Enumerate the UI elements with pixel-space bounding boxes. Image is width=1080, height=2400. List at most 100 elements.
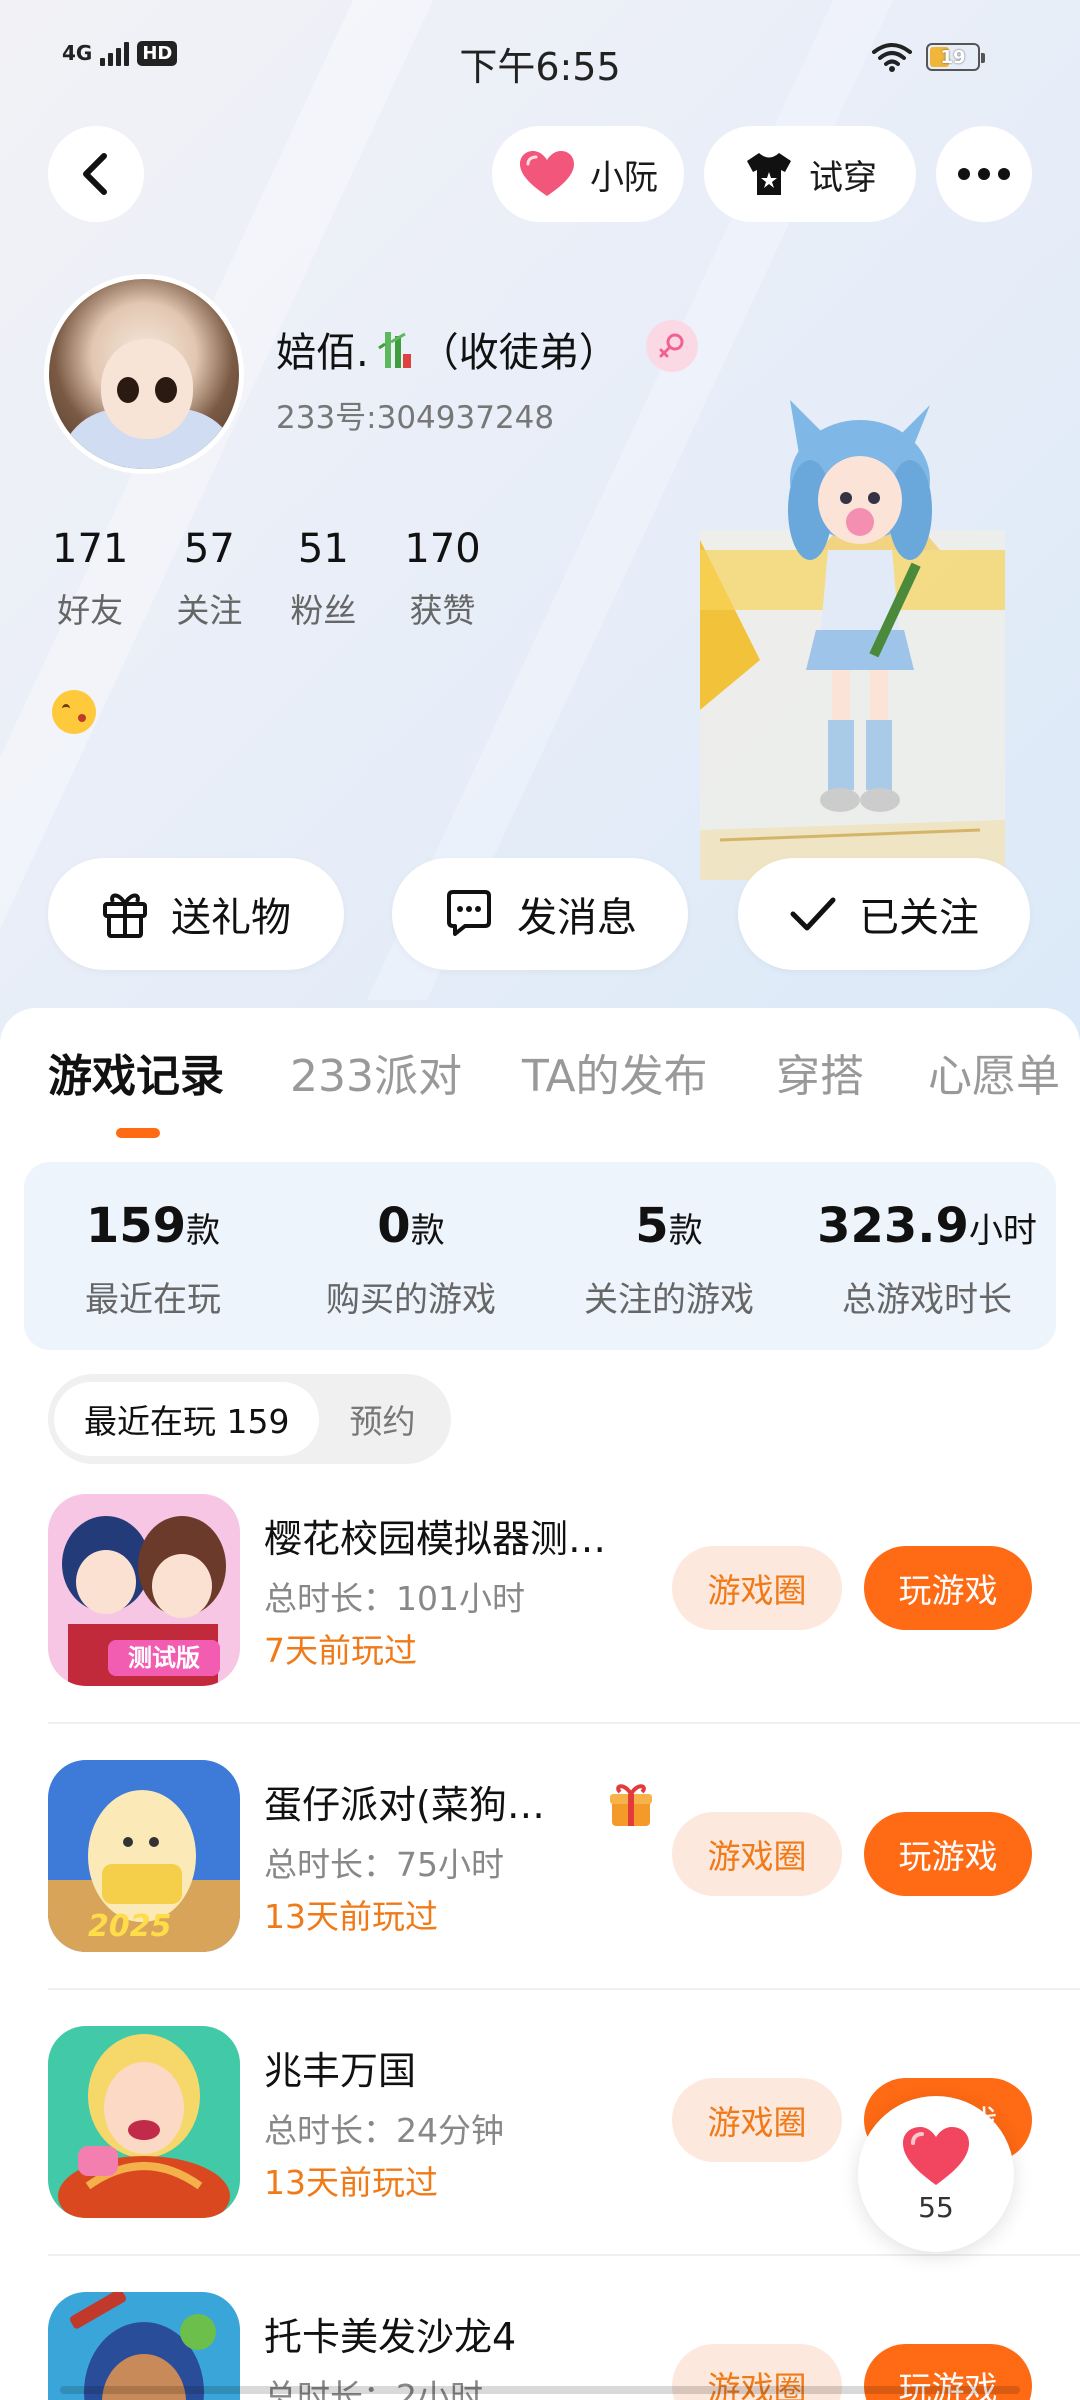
- profile-stats: 171 好友 57 关注 51 粉丝 170 获赞: [52, 526, 529, 632]
- game-summary: 159款 最近在玩 0款 购买的游戏 5款 关注的游戏 323.9小时 总游戏时…: [24, 1162, 1056, 1350]
- stat-value: 51: [297, 526, 349, 572]
- active-tab-indicator: [116, 1128, 160, 1138]
- tab-outfits[interactable]: 穿搭: [776, 1040, 864, 1104]
- kiss-emoji-icon: [52, 690, 96, 734]
- stat-following[interactable]: 57 关注: [176, 526, 242, 632]
- battery-level: 19: [940, 46, 966, 68]
- heart-icon: [520, 151, 574, 196]
- avatar-character-figure[interactable]: [700, 400, 1005, 880]
- nickname-text: 婄佰.: [276, 330, 369, 376]
- send-gift-button[interactable]: 送礼物: [48, 858, 344, 970]
- partner-button[interactable]: 小阮: [492, 126, 684, 222]
- play-game-button[interactable]: 玩游戏: [864, 1812, 1032, 1896]
- bamboo-emoji-icon: [377, 332, 411, 368]
- female-gender-icon: [646, 320, 698, 372]
- summary-unit: 款: [186, 1211, 221, 1251]
- summary-value: 159: [85, 1198, 187, 1254]
- game-circle-button[interactable]: 游戏圈: [672, 1812, 842, 1896]
- divider: [48, 1722, 1080, 1724]
- more-button[interactable]: [936, 126, 1032, 222]
- profile-tabs: 游戏记录 233派对 TA的发布 穿搭 心愿单: [0, 1040, 1080, 1120]
- tab-wishlist[interactable]: 心愿单: [928, 1040, 1060, 1104]
- summary-unit: 小时: [968, 1211, 1037, 1251]
- chat-bubble-icon: [447, 890, 491, 936]
- stat-value: 57: [183, 526, 235, 572]
- stat-fans[interactable]: 51 粉丝: [290, 526, 356, 632]
- more-dots-icon: [958, 168, 1010, 180]
- list-item[interactable]: 托卡美发沙龙4 总时长：2小时 游戏圈 玩游戏: [48, 2292, 1032, 2400]
- stat-label: 好友: [57, 591, 124, 630]
- summary-unit: 款: [410, 1211, 445, 1251]
- game-duration: 总时长：75小时: [264, 1845, 504, 1884]
- summary-label: 总游戏时长: [842, 1280, 1012, 1320]
- stat-friends[interactable]: 171 好友: [52, 526, 128, 632]
- list-item[interactable]: 测试版 樱花校园模拟器测… 总时长：101小时 7天前玩过 游戏圈 玩游戏: [48, 1494, 1032, 1690]
- partner-label: 小阮: [590, 157, 658, 198]
- chevron-left-icon: [83, 153, 107, 195]
- back-button[interactable]: [48, 126, 144, 222]
- avatar[interactable]: [44, 274, 244, 474]
- like-floating-button[interactable]: 55: [858, 2096, 1014, 2252]
- stat-label: 关注: [176, 591, 243, 630]
- stat-label: 获赞: [409, 591, 476, 630]
- stat-label: 粉丝: [290, 591, 357, 630]
- game-icon-badge: 2025: [88, 1909, 172, 1944]
- game-duration: 总时长：24分钟: [264, 2111, 504, 2150]
- gift-icon: [103, 893, 147, 938]
- shirt-icon: [747, 153, 791, 195]
- summary-followed[interactable]: 5款 关注的游戏: [540, 1162, 798, 1350]
- game-icon: 2025: [48, 1760, 240, 1952]
- game-icon: [48, 2292, 240, 2400]
- game-circle-button[interactable]: 游戏圈: [672, 2078, 842, 2162]
- try-on-button[interactable]: 试穿: [704, 126, 916, 222]
- summary-value: 0: [377, 1198, 411, 1254]
- summary-recent[interactable]: 159款 最近在玩: [24, 1162, 282, 1350]
- stat-value: 170: [404, 526, 481, 572]
- game-icon-badge: 测试版: [128, 1644, 200, 1672]
- summary-label: 最近在玩: [85, 1280, 221, 1320]
- game-last-played: 13天前玩过: [264, 1897, 438, 1936]
- battery-icon: 19: [926, 43, 985, 71]
- game-last-played: 13天前玩过: [264, 2163, 438, 2202]
- filter-recent[interactable]: 最近在玩 159: [54, 1382, 320, 1456]
- summary-unit: 款: [668, 1211, 703, 1251]
- game-icon: [48, 2026, 240, 2218]
- divider: [48, 1988, 1080, 1990]
- following-button[interactable]: 已关注: [738, 858, 1030, 970]
- tab-game-records[interactable]: 游戏记录: [48, 1040, 224, 1104]
- stat-likes[interactable]: 170 获赞: [404, 526, 480, 632]
- send-message-button[interactable]: 发消息: [392, 858, 688, 970]
- game-duration: 总时长：101小时: [264, 1579, 525, 1618]
- game-circle-button[interactable]: 游戏圈: [672, 1546, 842, 1630]
- filter-reserve[interactable]: 预约: [319, 1382, 445, 1456]
- game-title: 樱花校园模拟器测…: [264, 1517, 607, 1561]
- status-bar: 4G HD 下午6:55 19: [0, 0, 1080, 120]
- game-title: 兆丰万国: [264, 2049, 417, 2093]
- summary-label: 购买的游戏: [326, 1280, 496, 1320]
- summary-label: 关注的游戏: [584, 1280, 754, 1320]
- game-duration: 总时长：2小时: [264, 2377, 483, 2400]
- list-item[interactable]: 2025 蛋仔派对(菜狗… 总时长：75小时 13天前玩过 游戏圈 玩游戏: [48, 1760, 1032, 1956]
- try-on-label: 试穿: [809, 157, 877, 198]
- play-game-button[interactable]: 玩游戏: [864, 1546, 1032, 1630]
- home-indicator[interactable]: [60, 2386, 1020, 2394]
- game-last-played: 7天前玩过: [264, 1631, 417, 1670]
- summary-total-time[interactable]: 323.9小时 总游戏时长: [798, 1162, 1056, 1350]
- summary-value: 323.9: [817, 1198, 969, 1254]
- tab-233-party[interactable]: 233派对: [290, 1040, 462, 1104]
- send-message-label: 发消息: [517, 895, 637, 941]
- user-id: 233号:304937248: [276, 400, 555, 436]
- stat-value: 171: [52, 526, 129, 572]
- summary-purchased[interactable]: 0款 购买的游戏: [282, 1162, 540, 1350]
- wifi-icon: [872, 43, 912, 72]
- game-icon: 测试版: [48, 1494, 240, 1686]
- send-gift-label: 送礼物: [171, 895, 291, 941]
- check-icon: [790, 897, 836, 931]
- game-filter-segment: 最近在玩 159 预约: [48, 1374, 452, 1464]
- tab-ta-posts[interactable]: TA的发布: [522, 1040, 708, 1104]
- gift-badge-icon: [610, 1784, 652, 1826]
- nickname-suffix: （收徒弟）: [418, 330, 619, 376]
- nickname: 婄佰. （收徒弟）: [276, 320, 619, 378]
- divider: [48, 2254, 1080, 2256]
- like-count: 55: [918, 2190, 954, 2224]
